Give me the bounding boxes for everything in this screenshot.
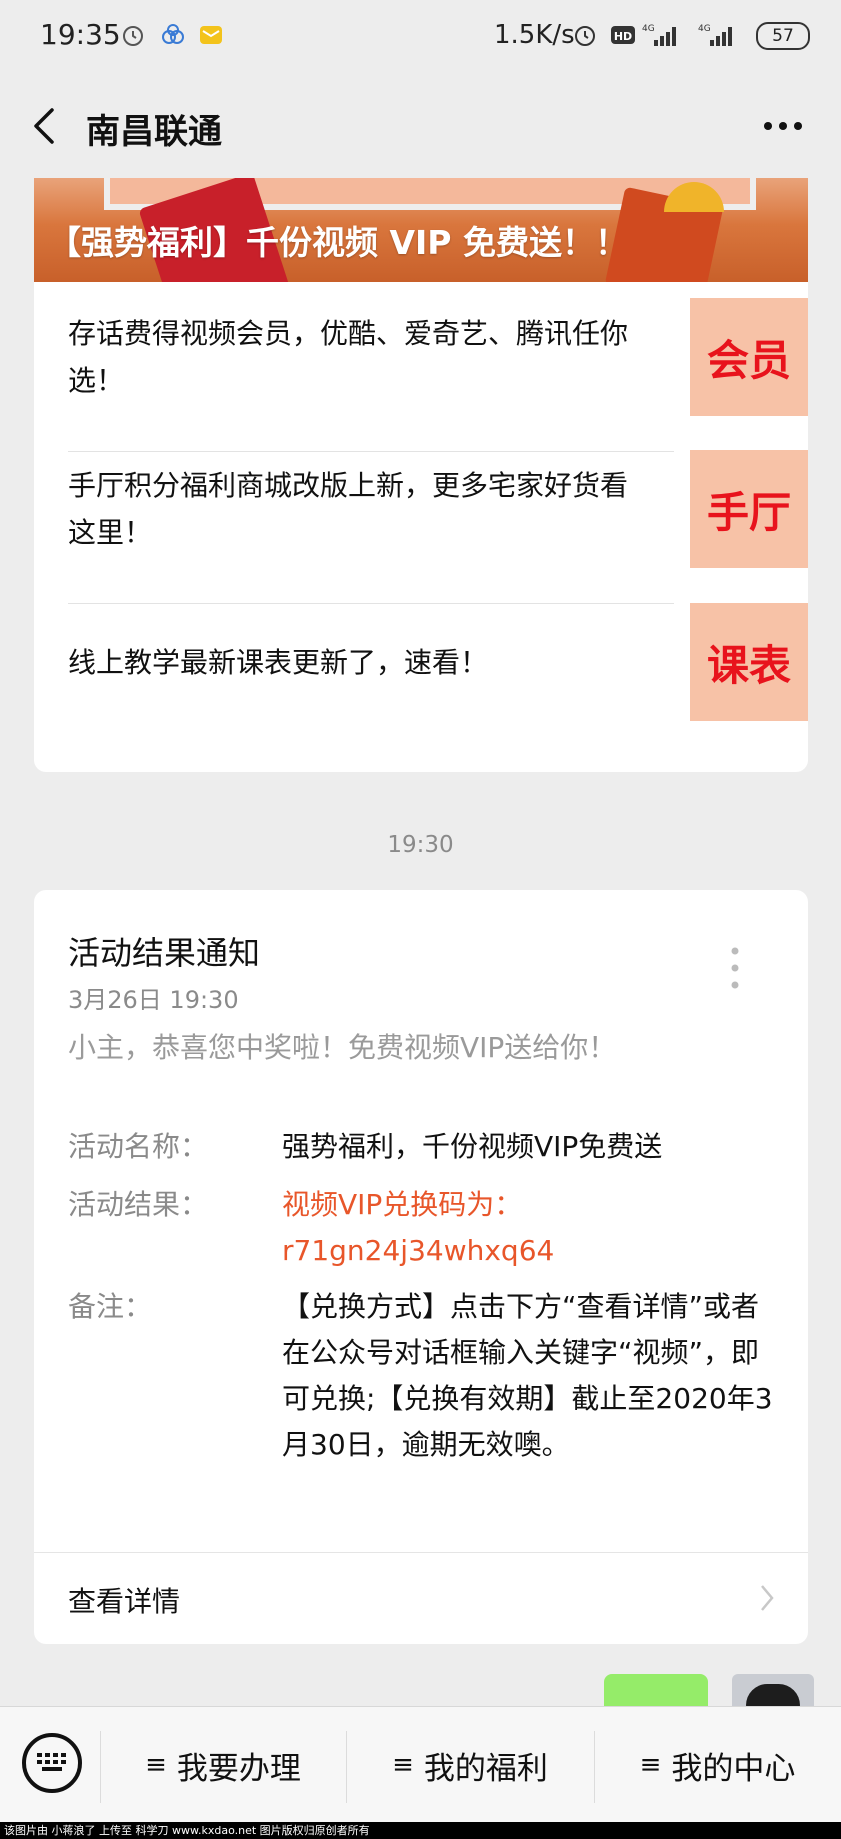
article-item-thumbnail: 课表 <box>690 603 808 721</box>
keyboard-keys-icon <box>37 1753 66 1771</box>
more-vertical-icon[interactable] <box>730 946 740 990</box>
message-timestamp: 19:30 <box>387 832 454 858</box>
article-card[interactable]: 【强势福利】千份视频 VIP 免费送！！ 存话费得视频会员，优酷、爱奇艺、腾讯任… <box>34 178 808 772</box>
redeem-code: 视频VIP兑换码为：r71gn24j34whxq64 <box>282 1188 555 1267</box>
article-item-text: 手厅积分福利商城改版上新，更多宅家好货看这里！ <box>68 469 629 549</box>
signal-4g-icon: 4G <box>698 24 732 46</box>
bottom-menu: ≡ 我要办理 ≡ 我的福利 ≡ 我的中心 <box>0 1706 841 1823</box>
message-icon <box>200 26 222 44</box>
notification-title: 活动结果通知 <box>68 934 261 972</box>
svg-text:HD: HD <box>614 30 632 43</box>
menu-button-label: 我的福利 <box>423 1750 548 1787</box>
hd-icon: HD <box>611 26 635 44</box>
app-icon <box>162 24 184 44</box>
page-title: 南昌联通 <box>86 112 222 152</box>
keyboard-icon[interactable] <box>22 1733 82 1793</box>
field-value: 强势福利，千份视频VIP免费送 <box>282 1130 663 1163</box>
alarm-icon <box>123 26 143 46</box>
article-item-thumbnail: 手厅 <box>690 450 808 568</box>
back-arrow-icon[interactable] <box>30 106 56 146</box>
field-label: 备注： <box>68 1290 153 1323</box>
svg-text:4G: 4G <box>642 24 655 34</box>
watermark-footer: 该图片由 小蒋浪了 上传至 科学刀 www.kxdao.net 图片版权归原创者… <box>0 1822 841 1839</box>
menu-list-icon: ≡ <box>639 1750 662 1780</box>
menu-button-apply[interactable]: ≡ 我要办理 <box>100 1707 346 1823</box>
article-item-text: 存话费得视频会员，优酷、爱奇艺、腾讯任你选！ <box>68 317 629 397</box>
alarm-icon <box>575 26 595 46</box>
field-label: 活动名称： <box>68 1130 209 1163</box>
menu-button-label: 我要办理 <box>176 1750 301 1787</box>
article-item-thumbnail: 会员 <box>690 298 808 416</box>
menu-button-benefits[interactable]: ≡ 我的福利 <box>346 1707 594 1823</box>
notification-card[interactable]: 活动结果通知 3月26日 19:30 小主，恭喜您中奖啦！免费视频VIP送给你！… <box>34 890 808 1644</box>
article-item-text: 线上教学最新课表更新了，速看！ <box>68 645 489 679</box>
network-speed: 1.5K/s <box>494 20 575 50</box>
banner-title: 【强势福利】千份视频 VIP 免费送！！ <box>48 223 628 262</box>
chevron-right-icon[interactable] <box>760 1584 774 1612</box>
menu-list-icon: ≡ <box>145 1750 167 1780</box>
menu-list-icon: ≡ <box>392 1750 414 1780</box>
article-item[interactable]: 线上教学最新课表更新了，速看！ 课表 <box>68 587 808 737</box>
status-bar: 19:35 1.5K/s HD 4G 4G 57 <box>0 0 841 72</box>
signal-4g-icon: 4G <box>642 24 676 46</box>
field-value: 【兑换方式】点击下方“查看详情”或者在公众号对话框输入关键字“视频”，即可兑换;… <box>282 1290 773 1461</box>
divider <box>34 1552 808 1553</box>
svg-text:4G: 4G <box>698 24 711 34</box>
status-time: 19:35 <box>40 18 121 51</box>
nav-bar: 南昌联通 <box>0 72 841 178</box>
notification-intro: 小主，恭喜您中奖啦！免费视频VIP送给你！ <box>68 1031 617 1064</box>
article-item[interactable]: 存话费得视频会员，优酷、爱奇艺、腾讯任你选！ 会员 <box>68 282 808 432</box>
notification-date: 3月26日 19:30 <box>68 986 239 1014</box>
more-options-icon[interactable] <box>762 120 804 132</box>
view-details-link[interactable]: 查看详情 <box>68 1580 180 1620</box>
menu-button-label: 我的中心 <box>671 1750 796 1787</box>
battery-indicator: 57 <box>756 22 810 50</box>
menu-button-center[interactable]: ≡ 我的中心 <box>594 1707 841 1823</box>
article-banner[interactable]: 【强势福利】千份视频 VIP 免费送！！ <box>34 178 808 282</box>
field-label: 活动结果： <box>68 1188 209 1221</box>
article-item[interactable]: 手厅积分福利商城改版上新，更多宅家好货看这里！ 手厅 <box>68 434 808 584</box>
